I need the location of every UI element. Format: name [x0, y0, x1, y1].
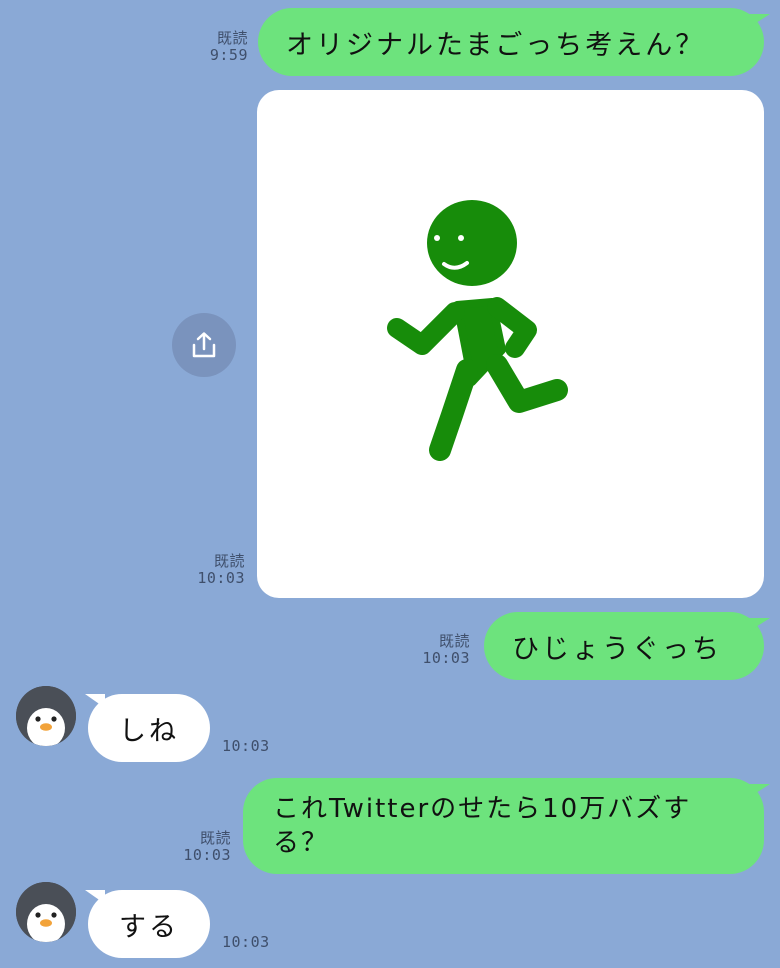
bubble-tail [748, 784, 770, 798]
incoming-message-bubble[interactable]: する [88, 890, 210, 958]
read-receipt: 既読 10:03 [197, 553, 245, 587]
read-status: 既読 [216, 29, 248, 47]
message-text-line-1: これTwitterのせたら10万バズす [273, 794, 692, 824]
message-text: オリジナルたまごっち考えん？ [286, 29, 706, 61]
message-text: する [119, 911, 179, 943]
message-text: しね [119, 715, 179, 747]
message-time: 10:03 [222, 737, 270, 755]
read-status: 既読 [213, 552, 245, 570]
read-receipt: 既読 10:03 [183, 830, 231, 864]
image-message[interactable] [257, 90, 764, 598]
message-text-line-2: る？ [273, 828, 330, 858]
read-status: 既読 [438, 632, 470, 650]
message-text: これTwitterのせたら10万バズす る？ [273, 792, 691, 860]
bubble-tail [748, 14, 770, 28]
contact-avatar[interactable] [16, 882, 76, 942]
walking-figure-image [387, 200, 568, 461]
message-time: 10:03 [222, 933, 270, 951]
message-time: 10:03 [183, 846, 231, 864]
message-text: ひじょうぐっち [512, 633, 722, 665]
read-status: 既読 [199, 829, 231, 847]
outgoing-message-bubble[interactable]: これTwitterのせたら10万バズす る？ [243, 778, 764, 874]
outgoing-message-bubble[interactable]: オリジナルたまごっち考えん？ [258, 8, 764, 76]
incoming-message-bubble[interactable]: しね [88, 694, 210, 762]
share-button[interactable] [172, 313, 236, 377]
message-time: 10:03 [197, 569, 245, 587]
read-receipt: 既読 10:03 [422, 633, 470, 667]
penguin-avatar-icon [16, 882, 76, 942]
message-time: 9:59 [209, 46, 248, 64]
share-upload-icon [192, 332, 216, 358]
bubble-tail [748, 618, 770, 632]
read-receipt: 既読 9:59 [210, 30, 248, 64]
outgoing-message-bubble[interactable]: ひじょうぐっち [484, 612, 764, 680]
penguin-avatar-icon [16, 686, 76, 746]
contact-avatar[interactable] [16, 686, 76, 746]
message-time: 10:03 [422, 649, 470, 667]
